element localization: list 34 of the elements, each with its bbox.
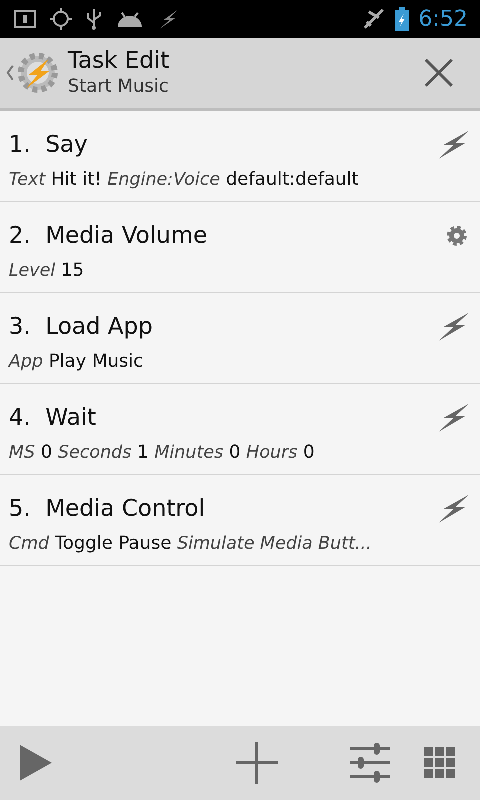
sliders-icon[interactable]	[348, 741, 392, 785]
bolt-icon[interactable]	[438, 494, 470, 524]
add-icon[interactable]	[236, 742, 278, 784]
action-parameters: Level 15	[9, 260, 86, 280]
clock-time: 6:52	[418, 6, 468, 32]
grid-icon[interactable]	[424, 747, 456, 779]
action-parameters: App Play Music	[9, 350, 144, 372]
bolt-icon[interactable]	[438, 402, 470, 432]
action-row[interactable]: 2. Media Volume Level 15	[0, 202, 480, 293]
action-title: 1. Say	[9, 132, 88, 158]
action-title: 5. Media Control	[9, 496, 206, 522]
gear-icon[interactable]	[446, 224, 468, 246]
action-row[interactable]: 3. Load App App Play Music	[0, 293, 480, 384]
calendar-icon	[14, 9, 36, 29]
action-parameters: Text Hit it! Engine:Voice default:default	[9, 168, 360, 190]
usb-icon	[86, 7, 102, 31]
action-title: 2. Media Volume	[9, 222, 208, 248]
action-parameters: MS 0 Seconds 1 Minutes 0 Hours 0	[9, 442, 316, 462]
battery-icon	[394, 7, 409, 31]
action-row[interactable]: 1. Say Text Hit it! Engine:Voice default:default	[0, 111, 480, 202]
bolt-icon[interactable]	[438, 130, 470, 160]
chevron-icon	[6, 65, 14, 81]
play-icon[interactable]	[18, 743, 54, 783]
action-title: 4. Wait	[9, 404, 96, 430]
app-logo-icon	[16, 51, 60, 95]
action-row[interactable]: 5. Media Control Cmd Toggle Pause Simulate Media Butt...	[0, 475, 480, 566]
action-title: 3. Load App	[9, 314, 153, 340]
crosshair-icon	[50, 8, 72, 30]
screen-title: Task Edit	[68, 47, 170, 75]
bolt-icon[interactable]	[438, 312, 470, 342]
action-parameters: Cmd Toggle Pause Simulate Media Butt...	[9, 532, 373, 554]
close-icon[interactable]	[424, 58, 454, 88]
task-name: Start Music	[68, 75, 170, 99]
action-row[interactable]: 4. Wait MS 0 Seconds 1 Minutes 0 Hours 0	[0, 384, 480, 475]
